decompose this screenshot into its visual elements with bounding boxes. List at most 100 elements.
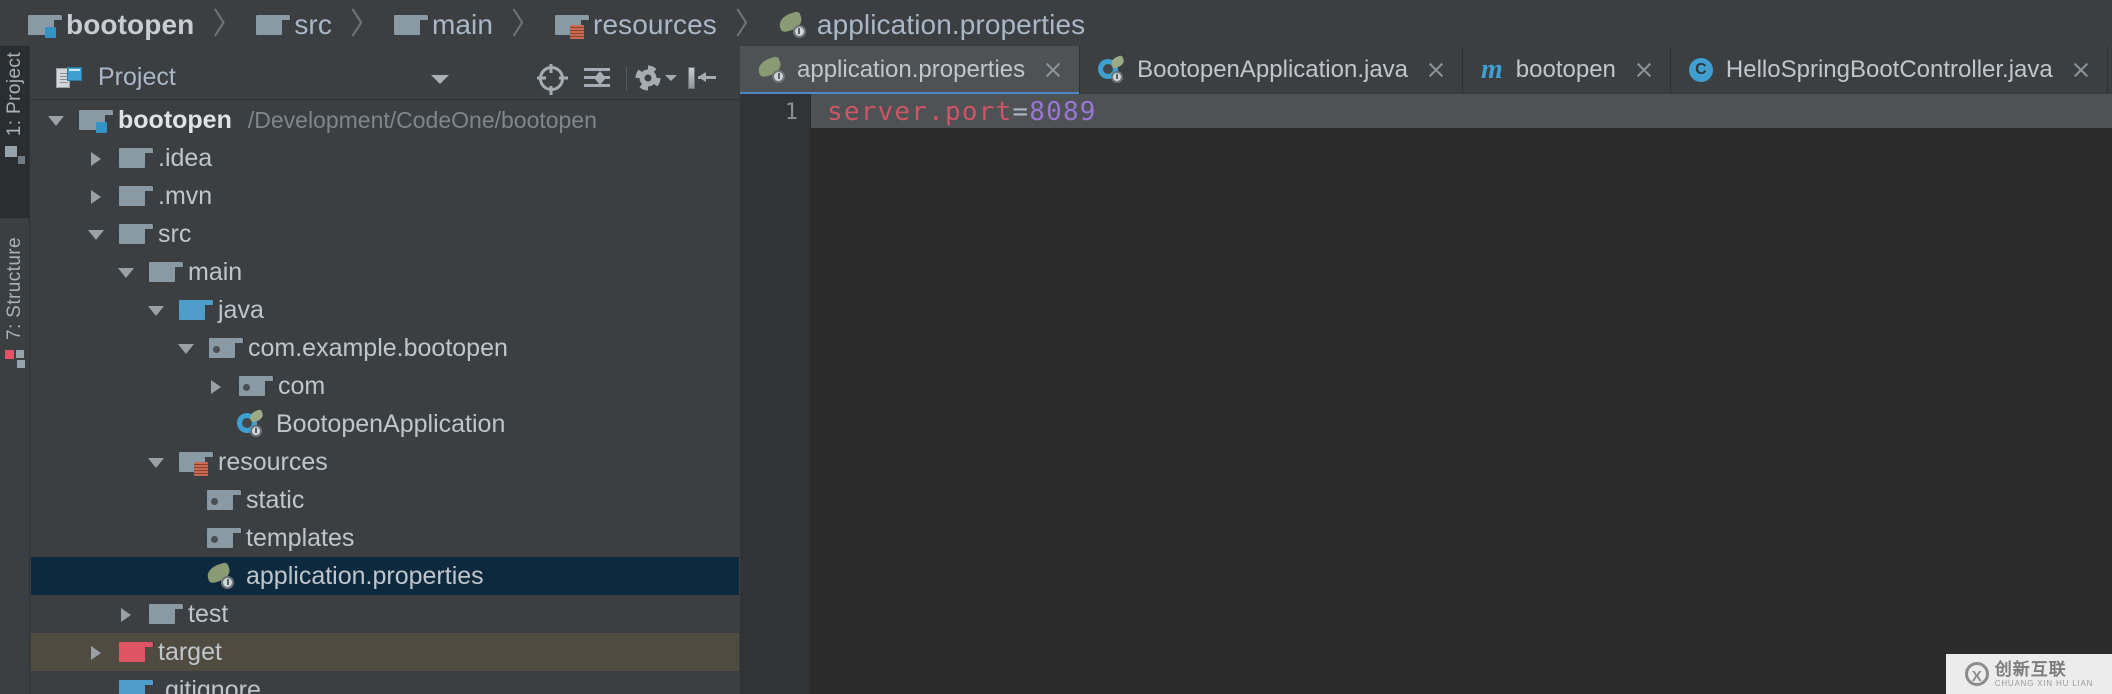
folder-icon — [149, 262, 184, 282]
watermark: 创新互联 CHUANG XIN HU LIAN — [1946, 654, 2112, 694]
tab-hello-spring-boot-controller-java[interactable]: HelloSpringBootController.java — [1671, 46, 2108, 94]
tab-label: bootopen — [1515, 56, 1616, 83]
gear-icon — [635, 65, 661, 91]
tree-row-bootopen-application[interactable]: BootopenApplication — [31, 405, 739, 443]
tree-row-bootopen[interactable]: bootopen /Development/CodeOne/bootopen — [31, 101, 739, 139]
hide-left-icon — [688, 67, 716, 89]
tree-row-src[interactable]: src — [31, 215, 739, 253]
project-view-icon — [56, 66, 82, 89]
scroll-from-source-button[interactable] — [528, 56, 574, 100]
breadcrumb-label: application.properties — [816, 9, 1086, 40]
source-folder-icon — [179, 300, 214, 320]
tree-row-java[interactable]: java — [31, 291, 739, 329]
tree-row-gitignore[interactable]: .gitignore — [31, 671, 739, 694]
hide-panel-button[interactable] — [679, 56, 725, 100]
breadcrumb-separator-icon: 〉 — [212, 7, 243, 42]
code-editor[interactable]: 1 server.port=8089 — [740, 94, 2112, 694]
chevron-down-icon[interactable] — [431, 75, 449, 84]
tree-row-idea[interactable]: .idea — [31, 139, 739, 177]
tree-row-label: .idea — [158, 143, 213, 172]
resources-folder-icon — [555, 15, 591, 39]
breadcrumb-item-application-properties[interactable]: application.properties — [776, 0, 1086, 50]
settings-button[interactable] — [633, 56, 679, 100]
breadcrumb-item-bootopen[interactable]: bootopen — [28, 0, 194, 50]
tree-row-templates[interactable]: templates — [31, 519, 739, 557]
code-content[interactable]: server.port=8089 — [811, 94, 2112, 694]
watermark-text: 创新互联 CHUANG XIN HU LIAN — [1995, 661, 2093, 688]
tree-row-application-properties[interactable]: application.properties — [31, 557, 739, 595]
tree-row-static[interactable]: static — [31, 481, 739, 519]
chevron-down-icon — [664, 75, 677, 81]
close-icon[interactable] — [1426, 60, 1446, 80]
chevron-right-icon[interactable] — [85, 185, 107, 207]
chevron-down-icon[interactable] — [85, 223, 107, 245]
breadcrumb-separator-icon: 〉 — [349, 7, 380, 42]
spring-boot-class-icon — [1098, 55, 1126, 83]
package-icon — [209, 338, 244, 358]
tree-row-test[interactable]: test — [31, 595, 739, 633]
tree-row-label: src — [158, 219, 192, 248]
folder-icon — [393, 15, 429, 35]
chevron-right-icon[interactable] — [85, 147, 107, 169]
sidebar-item-structure[interactable]: 7: Structure — [0, 231, 30, 426]
spring-leaf-icon — [776, 10, 806, 38]
module-folder-icon — [79, 110, 114, 133]
close-icon[interactable] — [1634, 60, 1654, 80]
chevron-down-icon[interactable] — [175, 337, 197, 359]
tab-label: application.properties — [797, 56, 1026, 83]
tree-row-label: bootopen — [118, 105, 232, 134]
tree-row-package[interactable]: com.example.bootopen — [31, 329, 739, 367]
close-icon[interactable] — [2071, 60, 2091, 80]
tab-application-properties[interactable]: application.properties — [740, 46, 1081, 96]
excluded-folder-icon — [119, 642, 154, 662]
tree-row-main[interactable]: main — [31, 253, 739, 291]
intellij-window: bootopen 〉 src 〉 main 〉 resources 〉 appl… — [0, 0, 2112, 694]
tree-row-label: templates — [246, 523, 355, 552]
spring-boot-class-icon — [237, 409, 265, 437]
sidebar-item-project[interactable]: 1: Project — [0, 46, 30, 218]
code-line-1: server.port=8089 — [827, 97, 1097, 127]
cx-logo-icon — [1964, 662, 1989, 688]
chevron-down-icon[interactable] — [115, 261, 137, 283]
folder-icon — [119, 148, 154, 168]
tree-row-target[interactable]: target — [31, 633, 739, 671]
chevron-right-icon[interactable] — [205, 375, 227, 397]
close-icon[interactable] — [1043, 60, 1063, 80]
breadcrumb-label: main — [431, 9, 494, 40]
tree-row-label: main — [188, 257, 243, 286]
tree-row-label: target — [158, 637, 222, 666]
chevron-down-icon[interactable] — [145, 299, 167, 321]
breadcrumb-item-main[interactable]: main — [393, 0, 494, 50]
project-panel: Project bootopen /Development/CodeOne/bo… — [31, 56, 739, 694]
tab-bootopen-application-java[interactable]: BootopenApplication.java — [1080, 46, 1464, 94]
project-tool-icon — [5, 146, 25, 165]
spring-leaf-icon — [205, 561, 234, 589]
breadcrumb: bootopen 〉 src 〉 main 〉 resources 〉 appl… — [0, 0, 2112, 50]
project-tree[interactable]: bootopen /Development/CodeOne/bootopen .… — [31, 101, 739, 694]
breadcrumb-item-src[interactable]: src — [256, 0, 332, 50]
tree-row-label: static — [246, 485, 305, 514]
breadcrumb-separator-icon: 〉 — [734, 7, 765, 42]
package-icon — [207, 490, 242, 510]
property-value: 8089 — [1029, 97, 1097, 127]
folder-icon — [119, 186, 154, 206]
chevron-right-icon[interactable] — [115, 603, 137, 625]
tab-bootopen-pom[interactable]: m bootopen — [1463, 46, 1671, 94]
project-panel-title: Project — [98, 63, 176, 91]
breadcrumb-item-resources[interactable]: resources — [555, 0, 717, 50]
line-number-gutter: 1 — [740, 94, 810, 694]
structure-tool-icon — [5, 350, 25, 369]
chevron-right-icon[interactable] — [85, 641, 107, 663]
target-icon — [538, 65, 564, 91]
collapse-all-button[interactable] — [574, 56, 620, 100]
package-icon — [207, 528, 242, 548]
left-tool-strip: 1: Project 7: Structure — [0, 46, 30, 694]
collapse-all-icon — [584, 67, 610, 89]
chevron-down-icon[interactable] — [45, 109, 67, 131]
tree-row-mvn[interactable]: .mvn — [31, 177, 739, 215]
tree-row-com[interactable]: com — [31, 367, 739, 405]
folder-icon — [149, 604, 184, 624]
tree-row-label: java — [218, 295, 264, 324]
chevron-down-icon[interactable] — [145, 451, 167, 473]
tree-row-resources[interactable]: resources — [31, 443, 739, 481]
